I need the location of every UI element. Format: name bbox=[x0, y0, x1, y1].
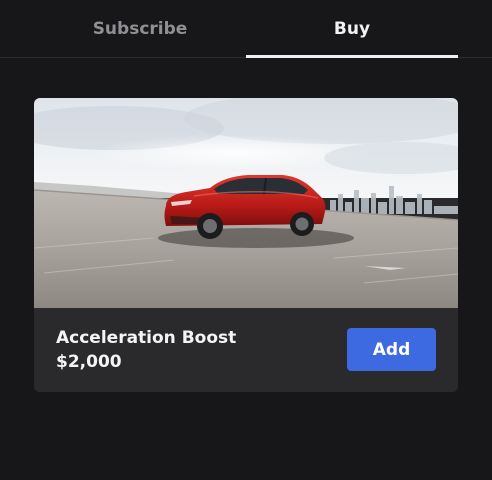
add-button[interactable]: Add bbox=[347, 328, 436, 371]
active-tab-indicator bbox=[246, 55, 458, 58]
tab-bar: Subscribe Buy bbox=[0, 0, 492, 58]
upgrades-screen: Subscribe Buy Acceleration Boost $2,000 … bbox=[0, 0, 492, 480]
product-name: Acceleration Boost bbox=[56, 328, 237, 348]
product-image bbox=[34, 98, 458, 308]
product-footer: Acceleration Boost $2,000 Add bbox=[34, 308, 458, 392]
tab-buy[interactable]: Buy bbox=[246, 0, 458, 57]
product-price: $2,000 bbox=[56, 352, 122, 372]
tab-subscribe[interactable]: Subscribe bbox=[35, 0, 245, 57]
product-card: Acceleration Boost $2,000 Add bbox=[34, 98, 458, 392]
